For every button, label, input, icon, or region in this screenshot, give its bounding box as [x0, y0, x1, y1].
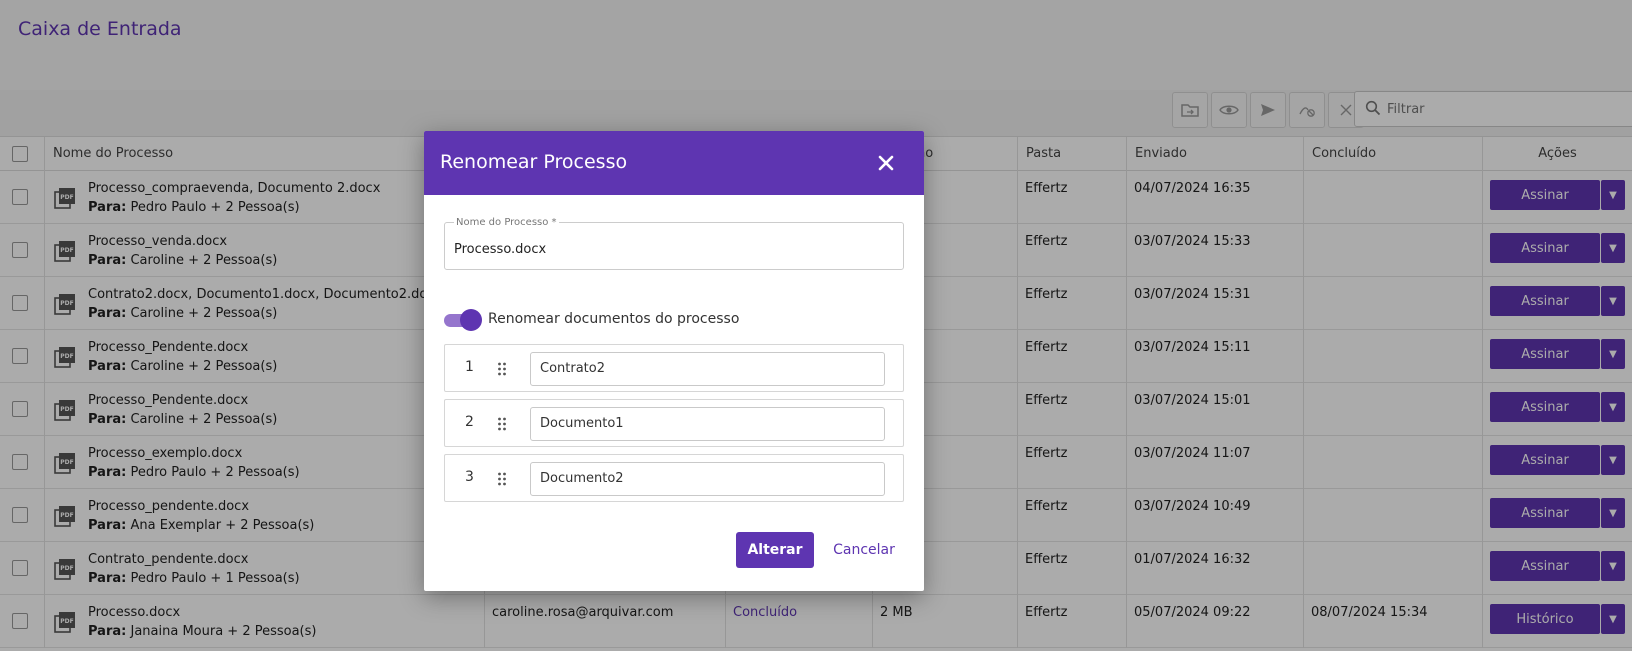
- drag-handle-icon[interactable]: [497, 416, 507, 432]
- process-name-field[interactable]: [444, 222, 904, 270]
- drag-handle-icon[interactable]: [497, 471, 507, 487]
- process-name-label: Nome do Processo *: [454, 217, 559, 228]
- rename-process-dialog: Renomear Processo Nome do Processo * Ren…: [424, 131, 924, 591]
- close-icon: [878, 155, 894, 171]
- rename-documents-toggle[interactable]: [444, 309, 482, 331]
- document-name-field[interactable]: [530, 407, 885, 441]
- document-row: 3: [444, 454, 904, 502]
- rename-documents-label: Renomear documentos do processo: [488, 311, 740, 327]
- document-index: 3: [465, 469, 474, 485]
- document-index: 1: [465, 359, 474, 375]
- cancel-button[interactable]: Cancelar: [822, 532, 906, 568]
- document-row: 2: [444, 399, 904, 447]
- process-name-input[interactable]: [454, 242, 884, 257]
- drag-handle-icon[interactable]: [497, 361, 507, 377]
- document-index: 2: [465, 414, 474, 430]
- document-row: 1: [444, 344, 904, 392]
- confirm-button[interactable]: Alterar: [736, 532, 814, 568]
- dialog-header: Renomear Processo: [424, 131, 924, 195]
- toggle-knob: [460, 309, 482, 331]
- document-name-input[interactable]: [540, 361, 870, 376]
- document-name-field[interactable]: [530, 352, 885, 386]
- dialog-close-button[interactable]: [874, 151, 898, 175]
- document-name-input[interactable]: [540, 416, 870, 431]
- document-name-field[interactable]: [530, 462, 885, 496]
- document-name-input[interactable]: [540, 471, 870, 486]
- dialog-title: Renomear Processo: [440, 151, 628, 173]
